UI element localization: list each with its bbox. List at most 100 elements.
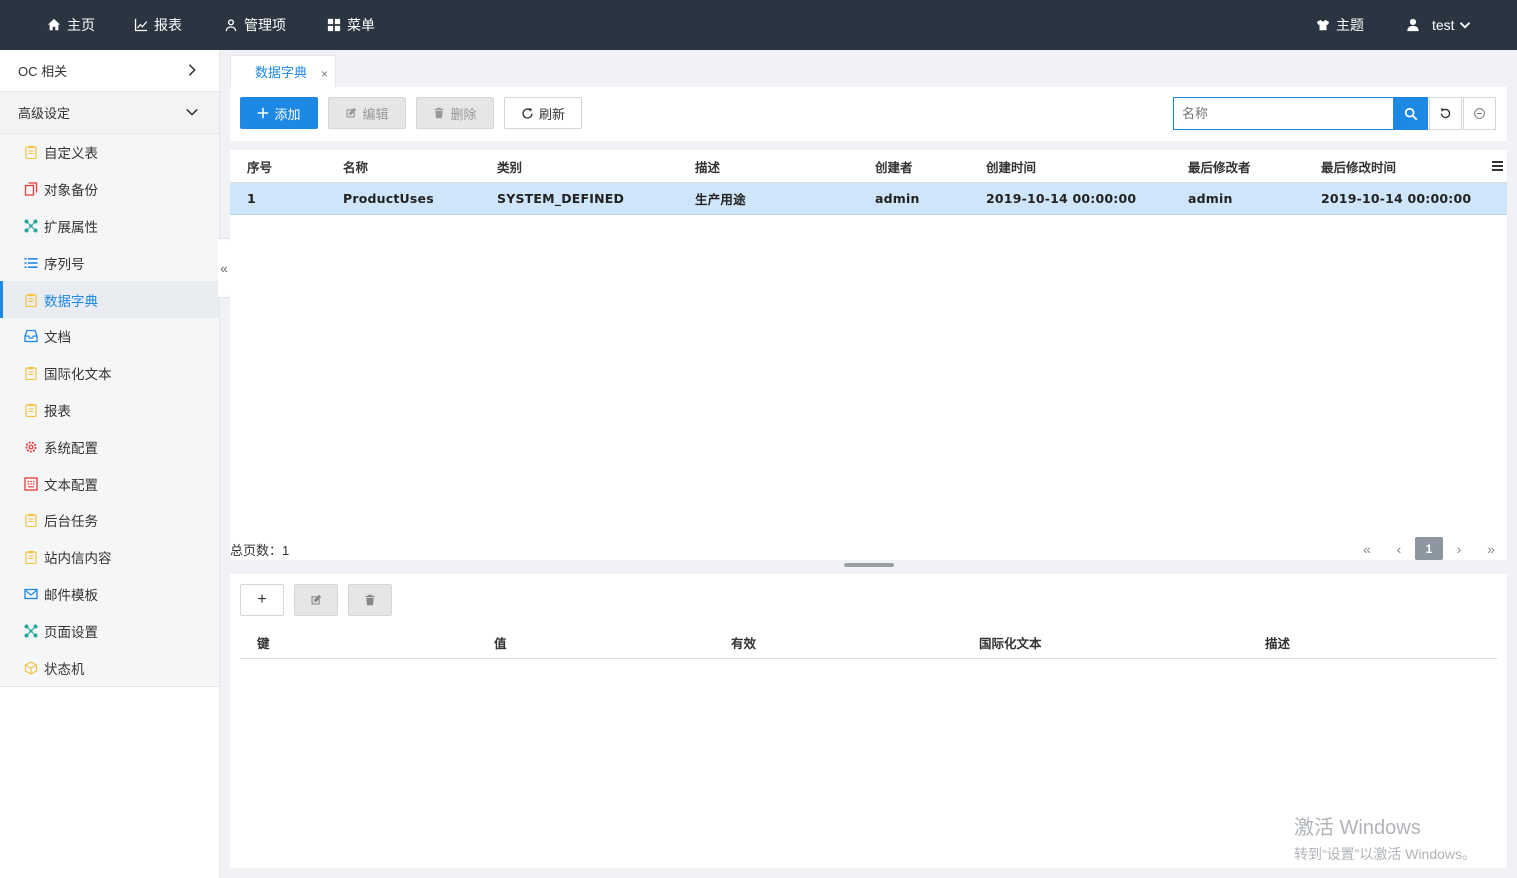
nav-admin-label: 管理项	[244, 17, 286, 33]
mail-icon	[24, 587, 38, 601]
panel-splitter[interactable]	[844, 563, 894, 567]
sidebar-item[interactable]: 报表	[0, 392, 219, 429]
column-header[interactable]: 创建时间	[986, 150, 1036, 182]
edit-button[interactable]: 编辑	[328, 97, 406, 129]
pager-next[interactable]: ›	[1448, 537, 1470, 560]
collapse-search-button[interactable]	[1463, 97, 1496, 130]
table-row[interactable]: 1 ProductUses SYSTEM_DEFINED 生产用途 admin 2019-…	[230, 183, 1507, 215]
column-header[interactable]: 创建者	[875, 150, 913, 182]
user-name: test	[1432, 17, 1455, 33]
nav-menu[interactable]: 菜单	[327, 0, 375, 50]
detail-column-header[interactable]: 描述	[1265, 626, 1290, 658]
nav-menu-label: 菜单	[347, 17, 375, 33]
pager-current-page[interactable]: 1	[1415, 537, 1443, 560]
trash-icon	[434, 107, 444, 119]
column-menu-icon[interactable]	[1492, 160, 1503, 172]
plus-icon	[258, 107, 269, 119]
refresh-button-label: 刷新	[538, 106, 565, 122]
nav-home-label: 主页	[67, 17, 95, 33]
nav-theme[interactable]: 主题	[1316, 0, 1364, 50]
detail-column-header[interactable]: 键	[257, 626, 270, 658]
pager-prev[interactable]: ‹	[1388, 537, 1410, 560]
sidebar-item[interactable]: 后台任务	[0, 502, 219, 539]
table-cell: 2019-10-14 00:00:00	[986, 191, 1137, 206]
column-header[interactable]: 名称	[343, 150, 368, 182]
sidebar-item-label: 对象备份	[44, 183, 98, 199]
network-icon	[24, 219, 38, 233]
trash-icon	[365, 594, 375, 606]
table-cell: 2019-10-14 00:00:00	[1321, 191, 1472, 206]
sidebar-item[interactable]: 序列号	[0, 244, 219, 281]
sidebar-item-label: 文档	[44, 330, 71, 346]
column-header[interactable]: 最后修改时间	[1321, 150, 1396, 182]
sidebar-item[interactable]: 对象备份	[0, 171, 219, 208]
watermark-subtitle: 转到“设置”以激活 Windows。	[1294, 846, 1477, 862]
search-button[interactable]	[1394, 97, 1428, 130]
undo-icon	[1440, 108, 1451, 119]
copy-icon	[24, 182, 38, 196]
watermark-title: 激活 Windows	[1294, 817, 1421, 839]
reset-button[interactable]	[1429, 97, 1462, 130]
detail-delete-button[interactable]	[348, 584, 392, 616]
search-input[interactable]	[1182, 106, 1382, 121]
total-pages-label: 总页数：1	[230, 543, 290, 558]
nav-home[interactable]: 主页	[47, 0, 95, 50]
gear-icon	[24, 440, 38, 454]
top-navbar: 主页 报表 管理项 菜单 主题 test	[0, 0, 1517, 50]
sidebar-item[interactable]: 国际化文本	[0, 355, 219, 392]
grid-header: 序号 名称 类别 描述 创建者 创建时间 最后修改者 最后修改时间	[230, 150, 1507, 183]
column-header[interactable]: 序号	[247, 150, 272, 182]
sidebar-group-label: OC 相关	[18, 64, 68, 79]
clipboard-icon	[24, 366, 38, 381]
sidebar-item-label: 数据字典	[44, 293, 98, 309]
sidebar-item[interactable]: 文档	[0, 318, 219, 355]
detail-column-header[interactable]: 国际化文本	[979, 626, 1042, 658]
nav-admin[interactable]: 管理项	[224, 0, 286, 50]
tshirt-icon	[1316, 19, 1330, 31]
detail-column-header[interactable]: 值	[494, 626, 507, 658]
nav-reports[interactable]: 报表	[134, 0, 182, 50]
network-icon	[24, 624, 38, 638]
table-cell: admin	[1188, 191, 1233, 206]
sidebar-item[interactable]: 邮件模板	[0, 576, 219, 613]
user-icon	[1407, 18, 1419, 32]
chevron-down-icon	[1459, 22, 1470, 29]
tab-data-dictionary[interactable]: 数据字典 ×	[230, 55, 336, 87]
search-box	[1173, 97, 1394, 130]
sidebar-item[interactable]: 文本配置	[0, 465, 219, 502]
sidebar-item[interactable]: 状态机	[0, 649, 219, 686]
edit-icon	[346, 107, 357, 118]
column-header[interactable]: 最后修改者	[1188, 150, 1251, 182]
pager-first[interactable]: «	[1356, 537, 1378, 560]
add-button[interactable]: 添加	[240, 97, 318, 129]
sidebar-item[interactable]: 扩展属性	[0, 208, 219, 245]
sidebar-item[interactable]: 页面设置	[0, 612, 219, 649]
refresh-button[interactable]: 刷新	[504, 97, 582, 129]
sidebar-group-advanced[interactable]: 高级设定	[0, 92, 219, 134]
detail-add-button[interactable]: +	[240, 584, 284, 616]
sidebar-group-oc[interactable]: OC 相关	[0, 50, 219, 92]
user-menu[interactable]: test	[1406, 0, 1471, 50]
keyboard-icon	[24, 476, 38, 491]
tab-close-icon[interactable]: ×	[321, 67, 328, 81]
column-header[interactable]: 类别	[497, 150, 522, 182]
add-button-label: 添加	[274, 106, 301, 122]
sidebar-menu: 自定义表对象备份扩展属性序列号数据字典文档国际化文本 报表系统配置文本配置 后台任务…	[0, 134, 219, 687]
detail-column-header[interactable]: 有效	[731, 626, 756, 658]
detail-edit-button[interactable]	[294, 584, 338, 616]
search-icon	[1404, 107, 1418, 120]
sidebar-item-label: 扩展属性	[44, 219, 98, 235]
detail-grid-header: 键 值 有效 国际化文本 描述	[240, 626, 1497, 659]
sidebar-item[interactable]: 系统配置	[0, 428, 219, 465]
sidebar-item-label: 系统配置	[44, 440, 98, 456]
sidebar-item[interactable]: 数据字典	[0, 281, 219, 318]
delete-button[interactable]: 删除	[416, 97, 494, 129]
sidebar-item-label: 序列号	[44, 256, 85, 272]
pager-last[interactable]: »	[1480, 537, 1502, 560]
clipboard-icon	[24, 293, 38, 307]
sidebar-item[interactable]: 自定义表	[0, 134, 219, 171]
clipboard-icon	[24, 550, 38, 565]
refresh-icon	[522, 107, 533, 119]
column-header[interactable]: 描述	[695, 150, 720, 182]
sidebar-item[interactable]: 站内信内容	[0, 539, 219, 576]
